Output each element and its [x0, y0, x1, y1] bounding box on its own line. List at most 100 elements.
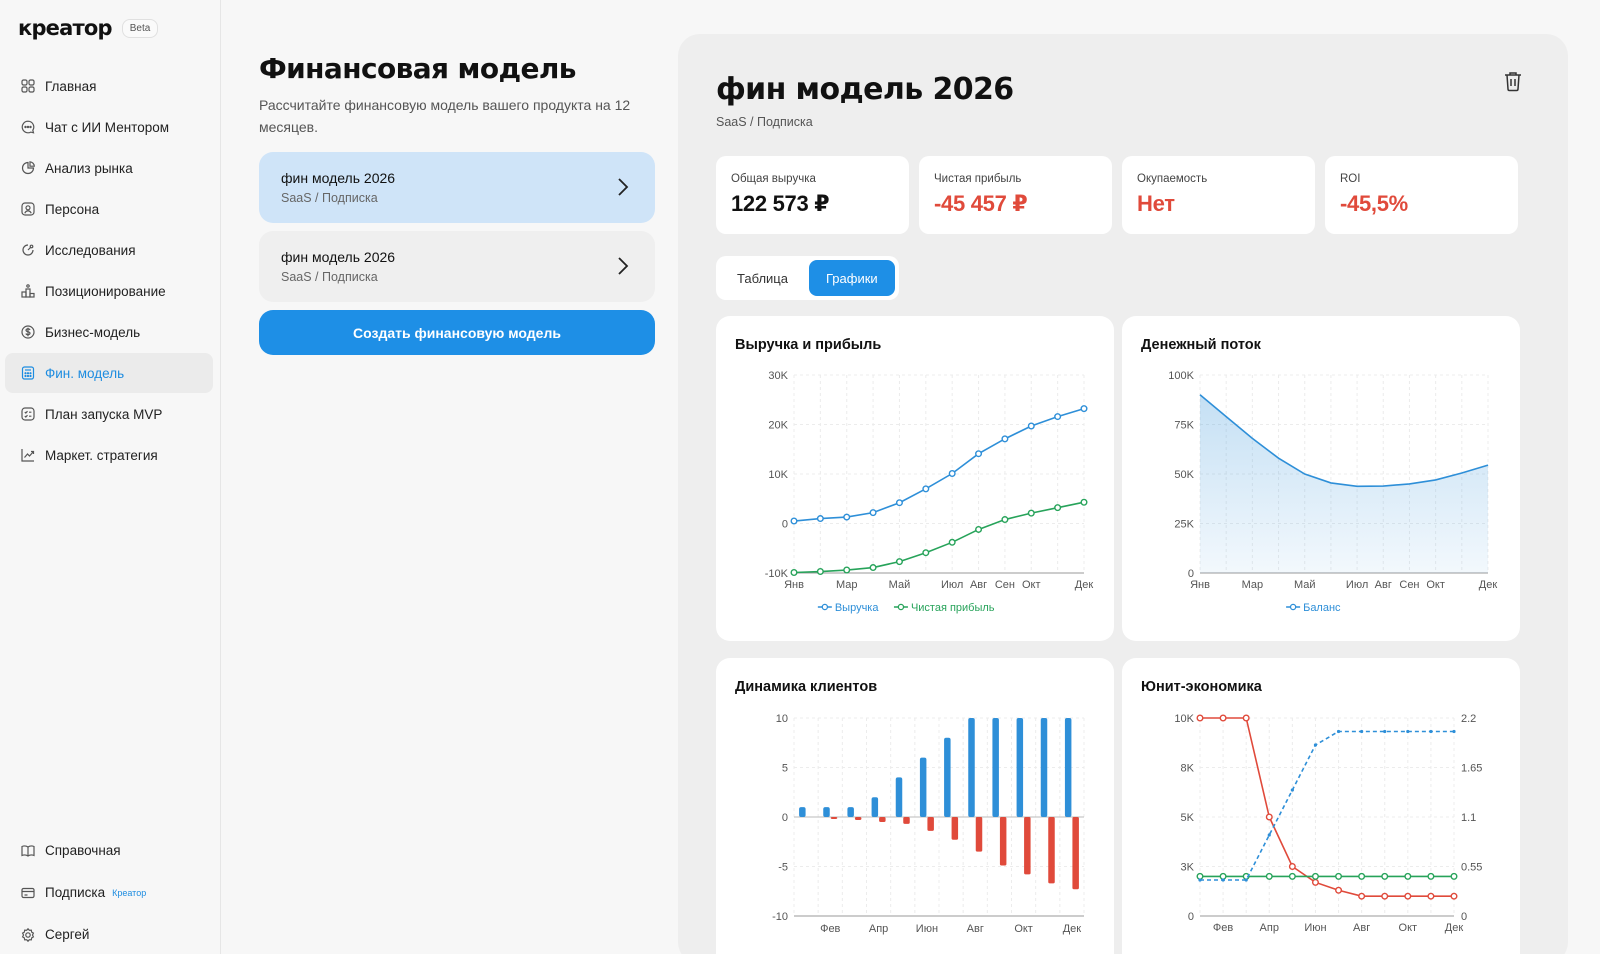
- data-point: [1336, 729, 1341, 734]
- y2-tick-label: 1.65: [1461, 763, 1482, 775]
- data-point: [1381, 872, 1389, 880]
- x-tick-label: Июн: [1304, 922, 1326, 934]
- legend-label: Чистая прибыль: [911, 602, 995, 614]
- data-point: [1288, 862, 1296, 870]
- data-point: [816, 568, 824, 576]
- nav-item-mvp-plan[interactable]: План запуска MVP: [5, 394, 213, 434]
- y2-tick-label: 2.2: [1461, 713, 1476, 725]
- x-tick-label: Авг: [1375, 579, 1392, 591]
- series-line: [1200, 730, 1454, 881]
- nav-item-business-model[interactable]: Бизнес-модель: [5, 312, 213, 352]
- trash-icon[interactable]: [1503, 70, 1523, 92]
- model-card[interactable]: фин модель 2026 SaaS / Подписка: [259, 231, 655, 302]
- nav-item-persona[interactable]: Персона: [5, 189, 213, 229]
- plan-tag: Креатор: [112, 887, 147, 898]
- model-title: фин модель 2026: [281, 249, 396, 265]
- y-tick-label: 3K: [1181, 862, 1195, 874]
- nav-item-user[interactable]: Сергей: [5, 914, 213, 954]
- logo-text: креатор: [18, 16, 113, 40]
- y2-tick-label: 0: [1461, 911, 1467, 923]
- bar-positive: [871, 797, 879, 817]
- kpi-value: -45 457 ₽: [934, 191, 1028, 216]
- x-tick-label: Фев: [1213, 922, 1233, 934]
- nav-item-marketing[interactable]: Маркет. стратегия: [5, 435, 213, 475]
- nav-label: Позиционирование: [45, 283, 166, 299]
- nav-label: Подписка: [45, 885, 106, 900]
- bar-positive: [944, 737, 951, 817]
- data-point: [1001, 435, 1009, 443]
- trend-icon: [21, 449, 35, 462]
- user-icon: [21, 202, 35, 216]
- checklist-icon: [21, 407, 35, 421]
- nav-item-market[interactable]: Анализ рынка: [5, 148, 213, 188]
- kpi-label: Общая выручка: [731, 173, 816, 185]
- legend-label: Выручка: [835, 602, 880, 614]
- unit-economics-chart: 03K5K8K10KФев Апр Июн Авг Окт Дек00.551.11.65…: [1174, 713, 1482, 934]
- data-point: [1290, 788, 1294, 792]
- nav-item-research[interactable]: Исследования: [5, 230, 213, 270]
- data-point: [895, 499, 903, 507]
- legend-label: Баланс: [1303, 602, 1341, 614]
- legend-marker: [897, 603, 905, 611]
- data-point: [1360, 729, 1364, 734]
- x-tick-label: Дек: [1445, 922, 1464, 934]
- nav-item-positioning[interactable]: Позиционирование: [5, 271, 213, 311]
- model-title: фин модель 2026: [281, 170, 396, 186]
- data-point: [1406, 729, 1410, 734]
- tab-table[interactable]: Таблица: [720, 260, 805, 296]
- y-tick-label: 5K: [1181, 812, 1195, 824]
- data-point: [790, 569, 798, 577]
- bar-negative: [830, 817, 838, 819]
- bottom-nav: Справочная Подписка Креатор Сергей: [5, 830, 213, 954]
- data-point: [1244, 878, 1248, 882]
- x-tick-label: Фев: [820, 923, 840, 935]
- nav-item-fin-model[interactable]: Фин. модель: [5, 353, 213, 393]
- data-point: [1381, 892, 1389, 900]
- nav-label: План запуска MVP: [45, 406, 163, 422]
- logo[interactable]: креатор Beta: [18, 16, 159, 40]
- y-tick-label: 10: [776, 713, 788, 725]
- view-tabs: Таблица Графики: [716, 256, 899, 300]
- data-point: [1054, 504, 1062, 512]
- data-point: [1196, 714, 1204, 722]
- kpi-total-revenue: Общая выручка 122 573 ₽: [716, 156, 909, 234]
- y-tick-label: 30K: [768, 370, 788, 382]
- bar-positive: [799, 807, 806, 817]
- model-card-selected[interactable]: фин модель 2026 SaaS / Подписка: [259, 152, 655, 223]
- bar-positive: [1040, 718, 1048, 817]
- x-tick-label: Июл: [941, 579, 963, 591]
- nav-item-help[interactable]: Справочная: [5, 830, 213, 871]
- calculator-icon: [21, 366, 35, 380]
- bar-negative: [1072, 817, 1079, 890]
- data-point: [1080, 405, 1088, 413]
- book-icon: [21, 844, 35, 857]
- x-tick-label: Окт: [1014, 923, 1033, 935]
- data-point: [1311, 872, 1319, 880]
- bar-positive: [992, 718, 999, 817]
- data-point: [1054, 413, 1062, 421]
- create-model-button[interactable]: Создать финансовую модель: [259, 310, 655, 355]
- data-point: [843, 566, 851, 574]
- data-point: [1335, 872, 1343, 880]
- x-tick-label: Окт: [1399, 922, 1418, 934]
- nav-item-home[interactable]: Главная: [5, 66, 213, 106]
- nav-item-chat[interactable]: Чат с ИИ Ментором: [5, 107, 213, 147]
- y2-tick-label: 0.55: [1461, 862, 1482, 874]
- data-point: [869, 564, 877, 572]
- data-point: [1027, 509, 1035, 517]
- nav-item-subscription[interactable]: Подписка Креатор: [5, 872, 213, 913]
- page-description: Рассчитайте финансовую модель вашего про…: [259, 97, 631, 135]
- nav-label: Персона: [45, 201, 100, 217]
- data-point: [1450, 872, 1458, 880]
- data-point: [948, 470, 956, 478]
- kpi-payback: Окупаемость Нет: [1122, 156, 1315, 234]
- x-tick-label: Янв: [784, 579, 804, 591]
- x-tick-label: Авг: [967, 923, 984, 935]
- data-point: [1358, 872, 1366, 880]
- tab-charts[interactable]: Графики: [808, 260, 895, 296]
- x-tick-label: Дек: [1063, 923, 1082, 935]
- data-point: [1242, 714, 1250, 722]
- y-tick-label: 0: [1188, 911, 1194, 923]
- data-point: [1335, 886, 1343, 894]
- x-tick-label: Янв: [1190, 579, 1210, 591]
